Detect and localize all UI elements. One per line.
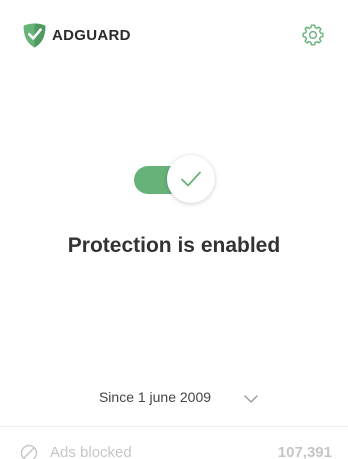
header: ADGUARD (0, 0, 348, 70)
protection-toggle[interactable] (134, 155, 218, 205)
protection-status-title: Protection is enabled (67, 234, 281, 257)
chevron-down-icon (244, 394, 258, 404)
toggle-knob (167, 155, 215, 203)
period-label: Since 1 june 2009 (98, 389, 212, 405)
stats-label: Ads blocked (50, 444, 132, 459)
app-window: ADGUARD Protection is enabled Since 1 ju… (0, 0, 348, 459)
stats-row-ads-blocked: Ads blocked 107,391 (0, 438, 348, 459)
adguard-logo: ADGUARD (23, 22, 131, 48)
ad-block-icon (20, 444, 38, 459)
period-selector[interactable]: Since 1 june 2009 (0, 386, 348, 410)
settings-button[interactable] (301, 23, 325, 47)
gear-icon (302, 24, 324, 46)
brand-name: ADGUARD (52, 26, 131, 44)
checkmark-icon (181, 171, 201, 187)
divider (0, 426, 348, 427)
stats-value: 107,391 (277, 444, 332, 459)
shield-check-icon (23, 23, 46, 47)
